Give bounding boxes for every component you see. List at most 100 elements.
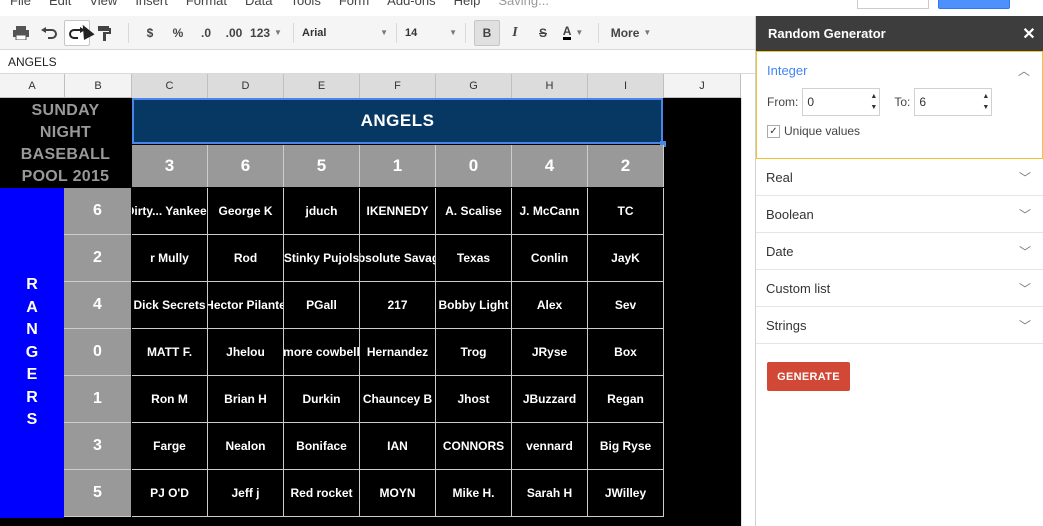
name-cell[interactable]: Alex [512, 282, 588, 329]
name-cell[interactable]: Boniface [284, 423, 360, 470]
name-cell[interactable]: TC [588, 188, 664, 235]
unique-values-row[interactable]: ✓ Unique values [767, 124, 1032, 138]
top-number-cell[interactable]: 3 [132, 145, 208, 187]
side-number-cell[interactable]: 4 [64, 282, 131, 329]
stepper-icon[interactable]: ▲ ▼ [982, 91, 989, 113]
currency-button[interactable]: $ [137, 20, 163, 46]
side-number-cell[interactable]: 3 [64, 423, 131, 470]
column-header[interactable]: B [65, 74, 132, 98]
top-number-cell[interactable]: 5 [284, 145, 360, 187]
menu-item[interactable]: Tools [290, 0, 320, 8]
name-cell[interactable]: PJ O'D [132, 470, 208, 517]
name-cell[interactable]: Big Ryse [588, 423, 664, 470]
share-button[interactable] [938, 0, 1010, 9]
menu-item[interactable]: Help [454, 0, 481, 8]
pool-title[interactable]: SUNDAY NIGHT BASEBALL POOL 2015 [0, 98, 131, 188]
column-header[interactable]: H [512, 74, 588, 98]
team-side-header[interactable]: RANGERS [0, 188, 64, 518]
name-cell[interactable]: Jhelou [208, 329, 284, 376]
top-number-cell[interactable]: 0 [436, 145, 512, 187]
menu-item[interactable]: View [89, 0, 117, 8]
section-boolean[interactable]: Boolean ﹀ [756, 196, 1043, 233]
from-input[interactable]: 0 ▲ ▼ [802, 88, 881, 116]
menu-item[interactable]: Insert [135, 0, 168, 8]
name-cell[interactable]: CONNORS [436, 423, 512, 470]
to-input[interactable]: 6 ▲ ▼ [914, 88, 993, 116]
name-cell[interactable]: Sev [588, 282, 664, 329]
unique-values-checkbox[interactable]: ✓ [767, 124, 780, 138]
name-cell[interactable]: JRyse [512, 329, 588, 376]
percent-button[interactable]: % [165, 20, 191, 46]
section-custom-list[interactable]: Custom list ﹀ [756, 270, 1043, 307]
name-cell[interactable]: Brian H [208, 376, 284, 423]
section-header[interactable]: Boolean ﹀ [766, 196, 1033, 232]
menu-item[interactable]: Data [245, 0, 272, 8]
name-cell[interactable]: Hector Pilante [208, 282, 284, 329]
name-cell[interactable]: Trog [436, 329, 512, 376]
section-header[interactable]: Strings ﹀ [766, 307, 1033, 343]
stepper-icon[interactable]: ▲ ▼ [870, 91, 877, 113]
column-header[interactable]: F [360, 74, 436, 98]
formula-bar[interactable]: ANGELS [0, 50, 755, 74]
section-header[interactable]: Custom list ﹀ [766, 270, 1033, 306]
name-cell[interactable]: A. Scalise [436, 188, 512, 235]
side-number-cell[interactable]: 5 [64, 470, 131, 517]
undo-icon[interactable] [36, 20, 62, 46]
name-cell[interactable]: Sarah H [512, 470, 588, 517]
section-integer-header[interactable]: Integer ︿ [767, 52, 1032, 88]
top-input[interactable] [857, 0, 929, 9]
column-header[interactable]: I [588, 74, 664, 98]
name-cell[interactable]: jduch [284, 188, 360, 235]
column-header[interactable]: C [132, 74, 208, 98]
font-size-select[interactable]: 14 ▼ [405, 20, 457, 46]
name-cell[interactable]: Ron M [132, 376, 208, 423]
team-top-header[interactable]: ANGELS [132, 98, 663, 144]
name-cell[interactable]: vennard [512, 423, 588, 470]
more-button[interactable]: More ▼ [607, 20, 655, 46]
top-number-cell[interactable]: 1 [360, 145, 436, 187]
top-number-cell[interactable]: 6 [208, 145, 284, 187]
italic-button[interactable]: I [502, 20, 528, 46]
menu-item[interactable]: Add-ons [387, 0, 435, 8]
name-cell[interactable]: IKENNEDY [360, 188, 436, 235]
name-cell[interactable]: 217 [360, 282, 436, 329]
top-number-cell[interactable]: 2 [588, 145, 664, 187]
name-cell[interactable]: JWilley [588, 470, 664, 517]
name-cell[interactable]: Absolute Savage [360, 235, 436, 282]
column-header[interactable]: E [284, 74, 360, 98]
name-cell[interactable]: JBuzzard [512, 376, 588, 423]
column-header[interactable]: A [0, 74, 65, 98]
name-cell[interactable]: Durkin [284, 376, 360, 423]
section-header[interactable]: Date ﹀ [766, 233, 1033, 269]
section-date[interactable]: Date ﹀ [756, 233, 1043, 270]
vertical-scrollbar[interactable] [741, 98, 755, 526]
name-cell[interactable]: r Mully [132, 235, 208, 282]
side-number-cell[interactable]: 0 [64, 329, 131, 376]
name-cell[interactable]: Jeff j [208, 470, 284, 517]
column-header[interactable]: D [208, 74, 284, 98]
name-cell[interactable]: Texas [436, 235, 512, 282]
column-header[interactable]: G [436, 74, 512, 98]
side-number-cell[interactable]: 1 [64, 376, 131, 423]
print-icon[interactable] [8, 20, 34, 46]
menu-item[interactable]: File [10, 0, 31, 8]
menu-item[interactable]: Edit [49, 0, 71, 8]
name-cell[interactable]: MOYN [360, 470, 436, 517]
menu-item[interactable]: Form [339, 0, 369, 8]
name-cell[interactable]: Farge [132, 423, 208, 470]
name-cell[interactable]: Red rocket [284, 470, 360, 517]
section-real[interactable]: Real ﹀ [756, 159, 1043, 196]
font-select[interactable]: Arial ▼ [302, 20, 388, 46]
name-cell[interactable]: Regan [588, 376, 664, 423]
name-cell[interactable]: Rod [208, 235, 284, 282]
generate-button[interactable]: GENERATE [767, 362, 850, 391]
top-number-cell[interactable]: 4 [512, 145, 588, 187]
bold-button[interactable]: B [474, 19, 500, 46]
decrease-decimal-button[interactable]: .0 [193, 20, 219, 46]
side-number-cell[interactable]: 6 [64, 188, 131, 235]
name-cell[interactable]: Dick Secrets [132, 282, 208, 329]
side-number-cell[interactable]: 2 [64, 235, 131, 282]
name-cell[interactable]: Bobby Light [436, 282, 512, 329]
name-cell[interactable]: IAN [360, 423, 436, 470]
name-cell[interactable]: Mike H. [436, 470, 512, 517]
